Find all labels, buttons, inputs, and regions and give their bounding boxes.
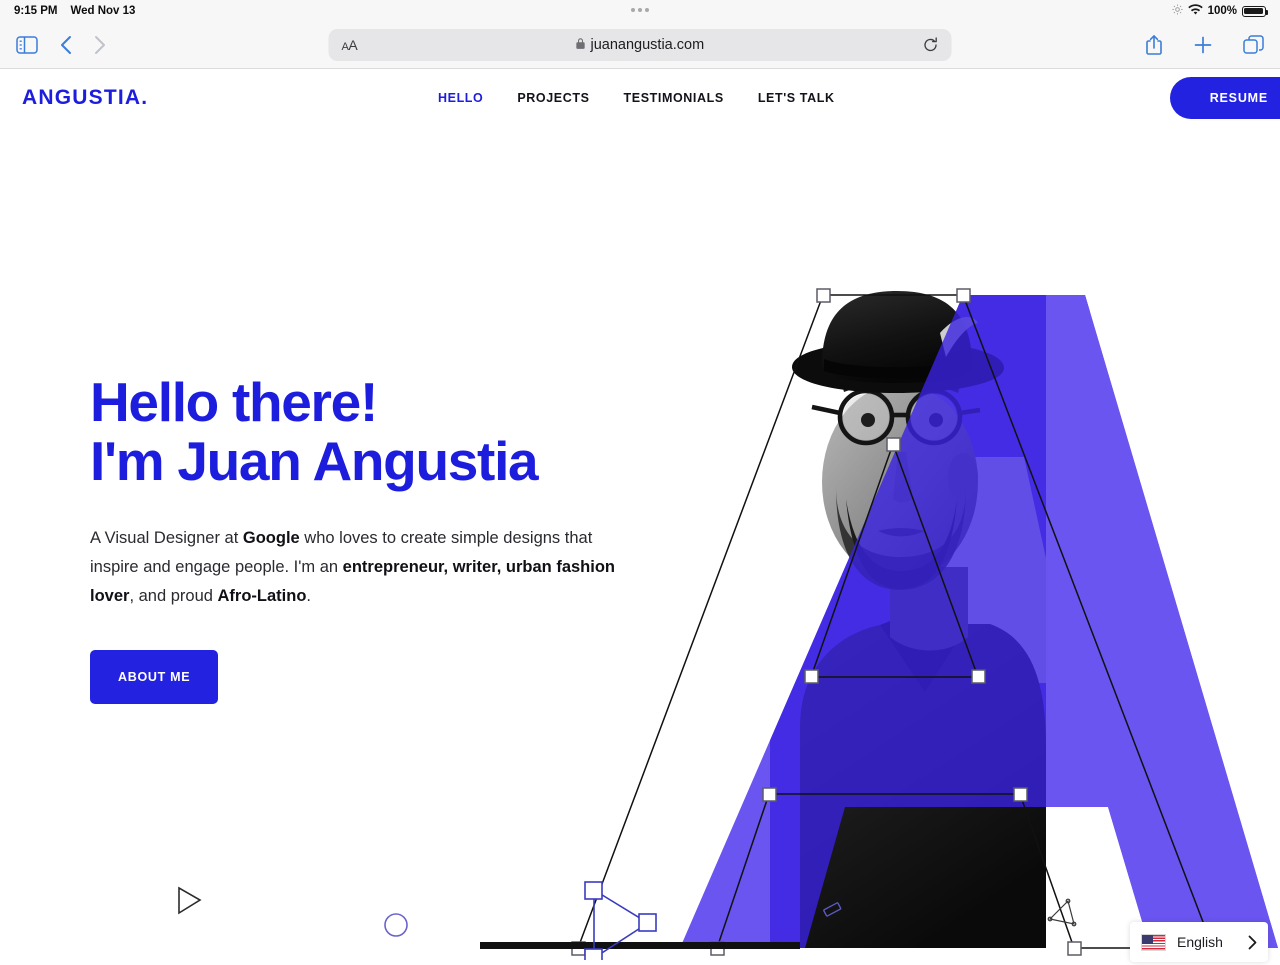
nav-item-projects[interactable]: PROJECTS (517, 91, 623, 105)
url-bar[interactable]: AAAA juanangustia.com (328, 29, 952, 61)
chevron-right-icon[interactable] (1248, 935, 1257, 950)
safari-toolbar: AAAA juanangustia.com (0, 22, 1280, 69)
language-label: English (1177, 934, 1223, 950)
hero-section: Hello there! I'm Juan Angustia A Visual … (0, 127, 1280, 965)
anchor-handle (956, 288, 971, 303)
sidebar-toggle-icon[interactable] (16, 36, 38, 54)
about-me-button[interactable]: ABOUT ME (90, 650, 219, 705)
nav-item-hello[interactable]: HELLO (438, 91, 517, 105)
url-text: juanangustia.com (590, 37, 705, 53)
hero-text-block: Hello there! I'm Juan Angustia A Visual … (90, 371, 690, 705)
anchor-handle (1067, 941, 1082, 956)
site-logo[interactable]: ANGUSTIA. (22, 86, 148, 110)
status-time: 9:15 PM (14, 5, 58, 17)
anchor-handle (762, 787, 777, 802)
battery-percent-label: 100% (1207, 5, 1237, 17)
tabs-icon[interactable] (1243, 34, 1264, 56)
main-navigation: HELLO PROJECTS TESTIMONIALS LET'S TALK (438, 91, 869, 105)
toolbar-right-buttons (1145, 34, 1264, 56)
dot (645, 8, 649, 12)
anchor-handle (886, 437, 901, 452)
lock-icon (576, 37, 586, 54)
back-chevron-icon[interactable] (60, 35, 72, 55)
anchor-handle (1013, 787, 1028, 802)
dot (631, 8, 635, 12)
hero-paragraph: A Visual Designer at Google who loves to… (90, 528, 615, 605)
battery-icon (1242, 5, 1268, 17)
page-title: Hello there! I'm Juan Angustia (90, 371, 539, 493)
nav-item-lets-talk[interactable]: LET'S TALK (758, 91, 869, 105)
forward-chevron-icon[interactable] (94, 35, 106, 55)
us-flag-icon (1141, 933, 1166, 951)
anchor-handle (971, 669, 986, 684)
nav-item-testimonials[interactable]: TESTIMONIALS (624, 91, 758, 105)
language-selector[interactable]: English (1130, 922, 1268, 962)
url-display[interactable]: juanangustia.com (357, 37, 922, 54)
multitasking-dots-icon[interactable] (631, 8, 649, 12)
ios-status-bar: 9:15 PM Wed Nov 13 100% (0, 0, 1280, 22)
anchor-handle (571, 941, 586, 956)
anchor-handle (816, 288, 831, 303)
reload-icon[interactable] (923, 37, 939, 53)
text-size-button[interactable]: AAAA (342, 37, 358, 53)
wifi-icon (1187, 3, 1203, 19)
navigation-buttons (16, 35, 106, 55)
anchor-handle (804, 669, 819, 684)
anchor-handle (710, 941, 725, 956)
status-bar-left: 9:15 PM Wed Nov 13 (14, 5, 135, 17)
status-date: Wed Nov 13 (70, 5, 136, 17)
status-bar-right: 100% (1172, 3, 1268, 19)
site-header: ANGUSTIA. HELLO PROJECTS TESTIMONIALS LE… (0, 69, 1280, 127)
share-icon[interactable] (1145, 34, 1163, 56)
plus-icon[interactable] (1193, 35, 1213, 55)
resume-button[interactable]: RESUME (1169, 77, 1280, 119)
dot (638, 8, 642, 12)
brightness-icon (1172, 4, 1183, 18)
